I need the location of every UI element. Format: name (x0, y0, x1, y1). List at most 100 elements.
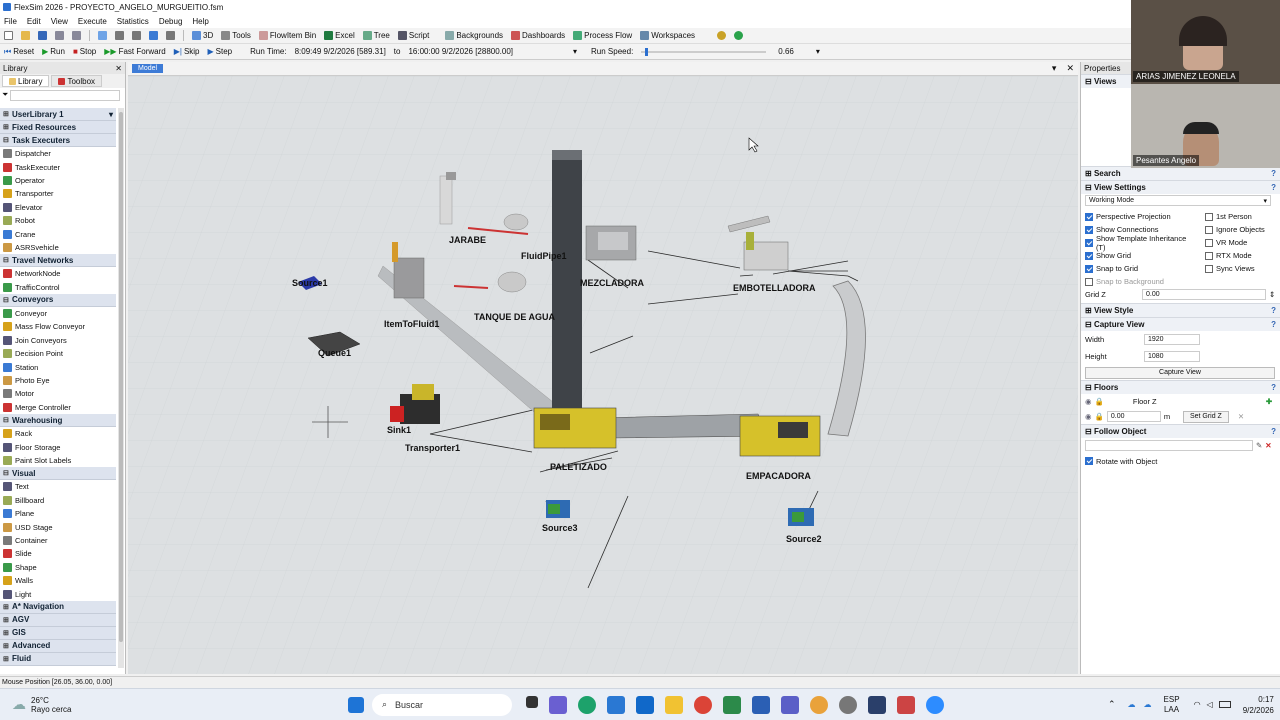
language-indicator[interactable]: ESP LAA (1164, 695, 1180, 715)
run-time-dropdown-icon[interactable]: ▾ (573, 47, 577, 56)
lock-icon[interactable]: 🔒 (1095, 397, 1104, 406)
undo-icon[interactable] (55, 31, 64, 40)
library-item[interactable]: Plane (0, 507, 116, 520)
toolbar-tree[interactable]: Tree (362, 31, 390, 40)
help-icon[interactable]: ? (1271, 169, 1276, 178)
library-item[interactable]: ASRSvehicle (0, 241, 116, 254)
view-setting-checkbox[interactable] (1085, 264, 1093, 273)
library-item[interactable]: Floor Storage (0, 440, 116, 453)
save-icon[interactable] (38, 31, 47, 40)
library-item[interactable]: Paint Slot Labels (0, 454, 116, 467)
skip-button[interactable]: ▶| Skip (174, 47, 200, 56)
show-hidden-icons[interactable]: ⌃ (1108, 699, 1116, 710)
add-floor-icon[interactable]: ✚ (1266, 397, 1272, 406)
set-grid-z-button[interactable]: Set Grid Z (1182, 410, 1229, 423)
step-button[interactable]: ▶ Step (208, 47, 233, 56)
library-item[interactable]: Decision Point (0, 347, 116, 360)
menu-edit[interactable]: Edit (27, 17, 41, 26)
height-input[interactable]: 1080 (1144, 351, 1200, 362)
clock[interactable]: 0:17 9/2/2026 (1243, 694, 1274, 716)
library-item[interactable]: Billboard (0, 494, 116, 507)
new-file-icon[interactable] (4, 31, 13, 40)
library-category[interactable]: ⊞ UserLibrary 1 ▾ (0, 108, 116, 121)
working-mode-select[interactable]: Working Mode ▾ (1085, 195, 1271, 206)
reset-button[interactable]: ⏮ Reset (4, 47, 34, 57)
view-setting-checkbox[interactable] (1205, 251, 1213, 260)
chevron-down-icon[interactable]: ▾ (109, 110, 113, 119)
section-floors[interactable]: ⊟ Floors? (1081, 380, 1280, 394)
snipping-tool-icon[interactable] (897, 695, 915, 714)
section-view-settings[interactable]: ⊟ View Settings? (1081, 180, 1280, 194)
library-category[interactable]: ⊟ Warehousing (0, 414, 116, 428)
chrome-icon[interactable] (694, 695, 712, 714)
view-setting-checkbox[interactable] (1205, 212, 1213, 221)
view-setting-checkbox[interactable] (1085, 225, 1093, 234)
menu-statistics[interactable]: Statistics (117, 17, 149, 26)
store-icon[interactable] (607, 695, 625, 714)
grid-z-input[interactable]: 0.00 (1142, 289, 1266, 300)
library-filter-input[interactable] (10, 89, 121, 101)
library-category[interactable]: ⊞ A* Navigation (0, 600, 116, 614)
capture-view-button[interactable]: Capture View (1085, 366, 1275, 379)
help-icon[interactable]: ? (1271, 383, 1276, 392)
lock-icon[interactable]: 🔒 (1095, 412, 1104, 421)
spinner-icon[interactable]: ⇕ (1269, 290, 1275, 299)
library-item[interactable]: Station (0, 360, 116, 373)
floor-z-input[interactable]: 0.00 (1106, 411, 1161, 422)
library-category[interactable]: ⊞ Fixed Resources (0, 121, 116, 134)
library-item[interactable]: Crane (0, 227, 116, 240)
library-item[interactable]: Robot (0, 214, 116, 227)
library-item[interactable]: Photo Eye (0, 374, 116, 387)
rotate-with-object-checkbox[interactable] (1085, 457, 1093, 465)
run-speed-thumb[interactable] (644, 47, 648, 56)
menu-view[interactable]: View (51, 17, 68, 26)
view-setting-checkbox[interactable] (1085, 277, 1093, 286)
eye-icon[interactable]: ◉ (1085, 397, 1092, 406)
filter-icon[interactable]: ⏷ (2, 90, 8, 100)
remove-floor-icon[interactable]: ✕ (1238, 412, 1244, 421)
library-scrollbar[interactable] (118, 108, 124, 668)
library-item[interactable]: Mass Flow Conveyor (0, 320, 116, 333)
shape-icon[interactable] (149, 31, 158, 40)
library-item[interactable]: TrafficControl (0, 281, 116, 294)
outlook-icon[interactable] (636, 695, 654, 714)
open-folder-icon[interactable] (21, 31, 30, 40)
library-item[interactable]: Text (0, 480, 116, 493)
network-cloud-icon[interactable]: ☁ (1144, 700, 1152, 709)
flexsim-app-icon[interactable] (868, 695, 886, 714)
library-scroll-thumb[interactable] (119, 112, 123, 642)
run-button[interactable]: ▶ Run (42, 47, 65, 56)
eye-icon[interactable]: ◉ (1085, 412, 1092, 421)
teams-icon[interactable] (549, 695, 567, 714)
library-item[interactable]: TaskExecuter (0, 160, 116, 173)
library-category[interactable]: ⊞ Advanced (0, 639, 116, 653)
library-item[interactable]: Slide (0, 547, 116, 560)
toolbar-workspaces[interactable]: Workspaces (640, 31, 695, 40)
onedrive-icon[interactable]: ☁ (1128, 700, 1136, 709)
help-icon[interactable]: ? (1271, 320, 1276, 329)
toolbar-dashboards[interactable]: Dashboards (511, 31, 565, 40)
menu-execute[interactable]: Execute (78, 17, 107, 26)
library-item[interactable]: Rack (0, 427, 116, 440)
library-category[interactable]: ⊞ AGV (0, 613, 116, 627)
library-category[interactable]: ⊟ Task Executers (0, 134, 116, 147)
library-item[interactable]: Container (0, 534, 116, 547)
view-setting-checkbox[interactable] (1205, 264, 1213, 273)
tab-model[interactable]: Model (132, 64, 164, 73)
width-input[interactable]: 1920 (1144, 334, 1200, 345)
view-setting-checkbox[interactable] (1085, 251, 1093, 260)
help-icon[interactable] (734, 31, 744, 40)
volume-icon[interactable]: ◁ (1207, 700, 1213, 709)
gear-icon[interactable] (717, 31, 727, 40)
select-icon[interactable] (132, 31, 141, 40)
section-search[interactable]: ⊞ Search? (1081, 166, 1280, 180)
connect-objects-icon[interactable] (115, 31, 124, 40)
wifi-icon[interactable]: ◠ (1194, 700, 1201, 709)
library-item[interactable]: Motor (0, 387, 116, 400)
library-category[interactable]: ⊞ Fluid (0, 652, 116, 666)
library-category[interactable]: ⊟ Visual (0, 467, 116, 481)
clear-icon[interactable]: ✕ (1265, 441, 1271, 450)
floor-name[interactable]: Floor Z (1133, 397, 1263, 406)
windows-start-icon[interactable] (348, 696, 364, 713)
tab-toolbox[interactable]: Toolbox (51, 75, 103, 87)
